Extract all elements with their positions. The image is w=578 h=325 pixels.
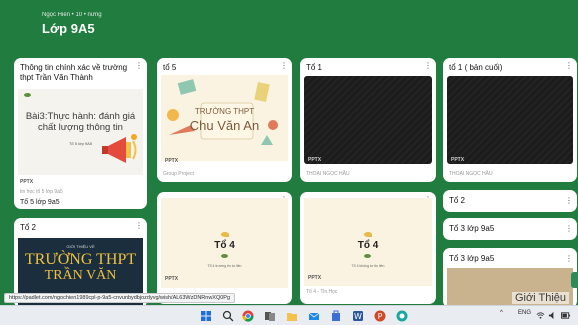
post-card-to2-left[interactable]: Tổ 2 ⋮ GIỚI THIỆU VỀ TRƯỜNG THPT TRẦN VĂ…: [14, 218, 147, 305]
language-indicator[interactable]: ENG: [518, 310, 531, 316]
chrome-icon[interactable]: [242, 310, 254, 322]
board-title: Lớp 9A5: [42, 21, 95, 36]
post-thumbnail[interactable]: Bài3:Thực hành: đánh giá chất lượng thôn…: [18, 89, 143, 175]
post-title: Tổ 2: [20, 223, 37, 232]
decor-leaf-icon: [221, 254, 228, 258]
slide-small-text: GIỚI THIỆU VỀ: [66, 244, 95, 249]
wifi-icon[interactable]: [536, 311, 545, 320]
slide-title: Tổ 4: [214, 240, 235, 251]
post-subtitle: Tổ 4 - Tin Học: [306, 289, 338, 295]
battery-icon[interactable]: [560, 311, 572, 320]
board-author: Ngọc Hiền • 10 • nưng: [42, 12, 102, 18]
file-type-label: PPTX: [451, 157, 465, 163]
post-menu-icon[interactable]: ⋮: [565, 197, 573, 205]
slide-line1: TRƯỜNG THPT: [24, 251, 137, 268]
mail-icon[interactable]: [308, 310, 320, 322]
post-card-to4-b[interactable]: ⋮ Tổ 4 Tổ 4 không tư tin liên PPTX Tổ 4 …: [300, 192, 436, 304]
megaphone-icon: [102, 134, 137, 163]
slide-line1: TRƯỜNG THPT: [194, 107, 255, 116]
post-menu-icon[interactable]: ⋮: [565, 225, 573, 233]
post-menu-icon[interactable]: ⋮: [280, 62, 288, 70]
post-thumbnail[interactable]: TRƯỜNG THPT Chu Văn An: [161, 75, 288, 161]
slide-line2: TRẦN VĂN: [44, 268, 117, 283]
post-subtitle: Group Project: [163, 171, 194, 177]
decor-leaf: [24, 93, 31, 97]
post-thumbnail[interactable]: Tổ 4 Tổ 4 không tư tin liên: [304, 198, 432, 286]
file-type-label: PPTX: [165, 158, 179, 164]
windows-start-icon[interactable]: [200, 310, 212, 322]
post-subtitle: THOẠI NGỌC HẦU: [306, 171, 350, 177]
post-card-to4-a[interactable]: ⋮ Tổ 4 Tổ 4 trường tin tư liên PPTX: [157, 192, 292, 304]
post-title: Tổ 2: [449, 196, 466, 205]
post-thumbnail[interactable]: Giới Thiệu: [447, 268, 573, 305]
post-title: Tổ 3 lớp 9a5: [449, 224, 495, 233]
status-url: https://padlet.com/ngochien1989cpl-p-9a5…: [4, 293, 236, 303]
post-caption: Tổ 5 lớp 9a5: [20, 199, 60, 206]
board-header: Ngọc Hiền • 10 • nưng Lớp 9A5: [42, 12, 102, 36]
tray-arrow[interactable]: ^: [500, 310, 503, 316]
post-menu-icon[interactable]: ⋮: [565, 62, 573, 70]
svg-text:P: P: [378, 312, 383, 321]
browser-icon[interactable]: [396, 310, 408, 322]
windows-taskbar: W P ^ ENG: [0, 305, 578, 325]
file-type-label: PPTX: [308, 157, 322, 163]
slide-text: Giới Thiệu: [511, 292, 569, 304]
post-title: Tổ 3 lớp 9a5: [449, 254, 495, 263]
volume-icon[interactable]: [548, 311, 557, 320]
slide-title: Tổ 4: [357, 240, 379, 251]
post-menu-icon[interactable]: ⋮: [565, 255, 573, 263]
post-card-to2[interactable]: Tổ 2 ⋮: [443, 190, 577, 212]
post-menu-icon[interactable]: ⋮: [135, 62, 143, 70]
task-view-icon[interactable]: [264, 310, 276, 322]
powerpoint-icon[interactable]: P: [374, 310, 386, 322]
post-title: tổ 1 ( bản cuối): [449, 63, 503, 72]
file-type-label: PPTX: [308, 275, 322, 281]
slide-caption: Tổ 4 không tư tin liên: [351, 264, 385, 268]
post-card-to3-b[interactable]: Tổ 3 lớp 9a5 ⋮ Giới Thiệu: [443, 248, 577, 305]
store-icon[interactable]: [330, 310, 342, 322]
decor-leaf-icon: [364, 254, 371, 258]
post-card-to3-a[interactable]: Tổ 3 lớp 9a5 ⋮: [443, 218, 577, 240]
slide-caption: Tổ 4 trường tin tư liên: [207, 264, 242, 268]
search-icon[interactable]: [222, 310, 234, 322]
post-card-to1[interactable]: Tổ 1 ⋮ PPTX THOẠI NGỌC HẦU: [300, 58, 436, 182]
post-title: Tổ 1: [306, 63, 323, 72]
file-type-label: PPTX: [165, 276, 179, 282]
decor-leaf-icon: [221, 232, 229, 237]
padlet-board: Ngọc Hiền • 10 • nưng Lớp 9A5 Thông tin …: [0, 0, 578, 305]
post-title: tổ 5: [163, 63, 177, 72]
decor-leaf-icon: [364, 232, 372, 237]
word-icon[interactable]: W: [352, 310, 364, 322]
post-card-to1-final[interactable]: tổ 1 ( bản cuối) ⋮ PPTX THOẠI NGỌC HẦU: [443, 58, 577, 182]
svg-text:W: W: [354, 312, 362, 321]
file-explorer-icon[interactable]: [286, 310, 298, 322]
post-menu-icon[interactable]: ⋮: [424, 62, 432, 70]
post-title: Thông tin chính xác về trường thpt Trần …: [20, 63, 128, 82]
post-thumbnail[interactable]: [304, 76, 432, 164]
post-subtitle: tin học tổ 5 lớp 9a5: [20, 189, 63, 195]
slide-line2: Chu Văn An: [189, 118, 260, 133]
post-card-info[interactable]: Thông tin chính xác về trường thpt Trần …: [14, 58, 147, 209]
post-menu-icon[interactable]: ⋮: [135, 222, 143, 230]
post-card-to5[interactable]: tổ 5 ⋮ TRƯỜNG THPT Chu Văn An PPTX Group…: [157, 58, 292, 182]
post-thumbnail[interactable]: [447, 76, 573, 164]
file-type-label: PPTX: [20, 179, 34, 185]
post-subtitle: THOẠI NGỌC HẦU: [449, 171, 493, 177]
scroll-right-button[interactable]: [571, 272, 578, 288]
post-thumbnail[interactable]: Tổ 4 Tổ 4 trường tin tư liên: [161, 198, 288, 288]
